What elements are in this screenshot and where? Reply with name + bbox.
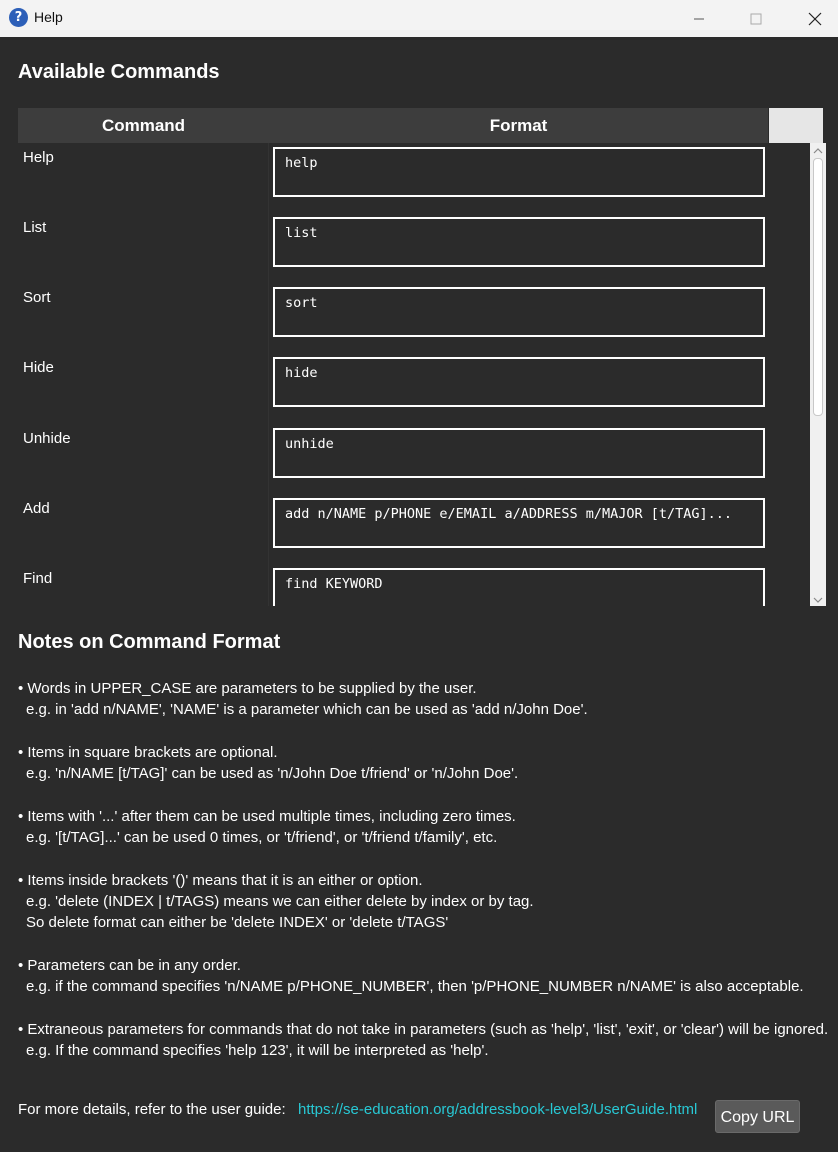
table-row[interactable]: Sort sort <box>18 283 808 353</box>
close-icon <box>808 12 822 25</box>
copy-url-button[interactable]: Copy URL <box>715 1100 800 1133</box>
table-row[interactable]: List list <box>18 213 808 283</box>
column-header-command[interactable]: Command <box>18 108 269 143</box>
note-example: e.g. If the command specifies 'help 123'… <box>26 1042 489 1059</box>
note-item: • Items inside brackets '()' means that … <box>18 870 833 933</box>
column-header-format[interactable]: Format <box>269 108 768 143</box>
user-guide-label: For more details, refer to the user guid… <box>18 1101 286 1118</box>
note-item: • Extraneous parameters for commands tha… <box>18 1019 833 1061</box>
table-row[interactable]: Hide hide <box>18 353 808 423</box>
note-example: e.g. in 'add n/NAME', 'NAME' is a parame… <box>26 701 588 718</box>
note-item: • Words in UPPER_CASE are parameters to … <box>18 678 833 720</box>
table-row[interactable]: Unhide unhide <box>18 424 808 494</box>
command-format-field[interactable]: find KEYWORD <box>273 568 765 606</box>
minimize-button[interactable] <box>670 0 728 37</box>
note-line: • Items in square brackets are optional. <box>18 744 278 761</box>
command-name: Add <box>23 500 50 517</box>
commands-heading: Available Commands <box>18 61 220 83</box>
notes-heading: Notes on Command Format <box>18 631 281 653</box>
command-name: Sort <box>23 289 51 306</box>
command-format-field[interactable]: sort <box>273 287 765 337</box>
note-line: • Words in UPPER_CASE are parameters to … <box>18 680 477 697</box>
scroll-down-button[interactable] <box>810 592 826 606</box>
note-item: • Items in square brackets are optional.… <box>18 742 833 784</box>
scroll-thumb[interactable] <box>813 158 823 416</box>
table-header: Command Format <box>18 108 768 143</box>
note-example: e.g. if the command specifies 'n/NAME p/… <box>26 978 804 995</box>
table-row[interactable]: Help help <box>18 143 808 213</box>
scroll-up-button[interactable] <box>810 143 826 157</box>
command-name: Help <box>23 149 54 166</box>
help-question-icon: ? <box>9 8 28 27</box>
command-format-field[interactable]: help <box>273 147 765 197</box>
command-name: List <box>23 219 47 236</box>
maximize-icon <box>750 13 762 24</box>
maximize-button[interactable] <box>727 0 785 37</box>
table-header-corner <box>769 108 823 143</box>
note-item: • Items with '...' after them can be use… <box>18 806 833 848</box>
command-format-field[interactable]: unhide <box>273 428 765 478</box>
close-button[interactable] <box>786 0 838 37</box>
table-row[interactable]: Add add n/NAME p/PHONE e/EMAIL a/ADDRESS… <box>18 494 808 564</box>
chevron-up-icon <box>813 148 823 154</box>
note-line: • Parameters can be in any order. <box>18 957 241 974</box>
note-example: e.g. '[t/TAG]...' can be used 0 times, o… <box>26 829 498 846</box>
command-format-field[interactable]: hide <box>273 357 765 407</box>
command-name: Unhide <box>23 430 71 447</box>
minimize-icon <box>694 18 704 19</box>
column-divider <box>268 143 269 606</box>
command-format-field[interactable]: add n/NAME p/PHONE e/EMAIL a/ADDRESS m/M… <box>273 498 765 548</box>
command-name: Hide <box>23 359 54 376</box>
note-example: So delete format can either be 'delete I… <box>26 914 449 931</box>
chevron-down-icon <box>813 597 823 603</box>
window-title: Help <box>34 9 63 25</box>
note-line: • Items inside brackets '()' means that … <box>18 872 423 889</box>
note-example: e.g. 'n/NAME [t/TAG]' can be used as 'n/… <box>26 765 519 782</box>
note-item: • Parameters can be in any order. e.g. i… <box>18 955 833 997</box>
note-example: e.g. 'delete (INDEX | t/TAGS) means we c… <box>26 893 534 910</box>
title-bar: ? Help <box>0 0 838 37</box>
command-format-field[interactable]: list <box>273 217 765 267</box>
note-line: • Items with '...' after them can be use… <box>18 808 516 825</box>
table-row[interactable]: Find find KEYWORD <box>18 564 808 606</box>
user-guide-link[interactable]: https://se-education.org/addressbook-lev… <box>298 1101 697 1118</box>
table-scrollbar[interactable] <box>810 143 826 606</box>
note-line: • Extraneous parameters for commands tha… <box>18 1021 829 1038</box>
commands-table: Command Format Help help List list Sort … <box>18 108 826 606</box>
notes-list: • Words in UPPER_CASE are parameters to … <box>18 678 833 1083</box>
command-name: Find <box>23 570 53 587</box>
table-body: Help help List list Sort sort Hide hide … <box>18 143 808 606</box>
